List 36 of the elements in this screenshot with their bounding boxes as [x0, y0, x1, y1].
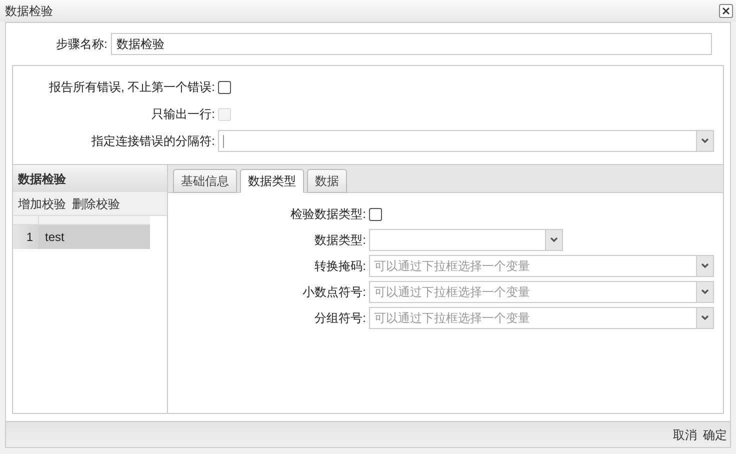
- row-number: 1: [13, 225, 39, 249]
- close-icon: [722, 7, 730, 15]
- toolbar-link[interactable]: 删除校验: [72, 194, 120, 212]
- field-label: 指定连接错误的分隔符:: [90, 133, 215, 150]
- dropdown-button[interactable]: [696, 282, 713, 302]
- toolbar-link[interactable]: 增加校验: [18, 194, 66, 212]
- table-cell-text: test: [44, 229, 64, 246]
- field-label: 数据类型:: [314, 232, 366, 249]
- field-label: 分组符号:: [314, 310, 366, 327]
- caret-icon: [701, 289, 709, 295]
- close-button[interactable]: [719, 4, 733, 18]
- dropdown-button[interactable]: [696, 308, 713, 328]
- caret-icon: [701, 138, 709, 144]
- tab[interactable]: 数据: [307, 169, 347, 193]
- panel-title: 数据检验: [18, 170, 66, 188]
- dropdown-button[interactable]: [696, 256, 713, 276]
- tab[interactable]: 基础信息: [173, 169, 237, 193]
- dropdown-button[interactable]: [696, 131, 713, 151]
- dialog-button[interactable]: 确定: [703, 426, 727, 444]
- checkbox[interactable]: [369, 208, 382, 220]
- dialog-button[interactable]: 取消: [673, 426, 697, 444]
- field-label: 只输出一行:: [150, 106, 215, 123]
- caret-icon: [701, 263, 709, 269]
- text-cursor: [223, 134, 224, 148]
- caret-icon: [701, 315, 709, 321]
- field-label: 检验数据类型:: [290, 206, 366, 223]
- field-label: 步骤名称:: [56, 36, 108, 53]
- caret-icon: [550, 237, 558, 243]
- field-label: 小数点符号:: [302, 284, 366, 301]
- checkbox[interactable]: [218, 80, 231, 94]
- window-title: 数据检验: [5, 3, 53, 20]
- list-row[interactable]: 1 test: [13, 225, 150, 249]
- field-label: 转换掩码:: [314, 258, 366, 275]
- step-name-field[interactable]: 数据检验: [111, 33, 712, 55]
- tab[interactable]: 数据类型: [240, 169, 304, 193]
- field-label: 报告所有错误, 不止第一个错误:: [48, 79, 215, 96]
